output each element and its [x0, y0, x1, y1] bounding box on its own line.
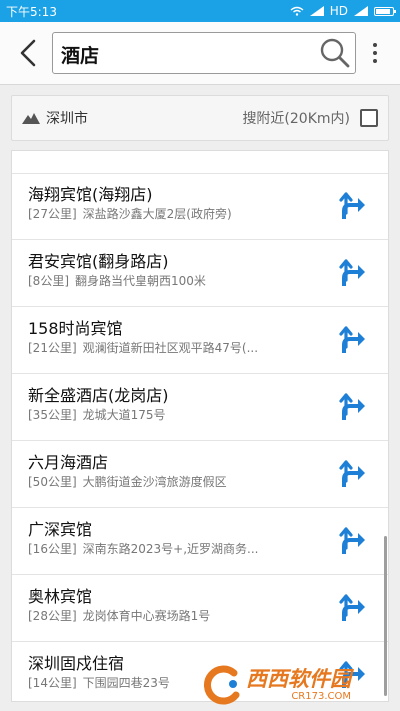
navigate-arrow-icon[interactable] [338, 325, 366, 355]
result-item[interactable]: 新全盛酒店(龙岗店) [35公里] 龙城大道175号 [12, 374, 388, 441]
result-address: 龙城大道175号 [82, 408, 166, 422]
result-detail: [14公里] 下围园四巷23号 [28, 674, 170, 691]
result-address: 深南东路2023号+,近罗湖商务... [82, 542, 259, 556]
search-icon[interactable] [319, 37, 351, 69]
result-distance: [50公里] [28, 475, 77, 489]
watermark-main: 西西软件园 [246, 666, 351, 691]
result-address: 下围园四巷23号 [82, 676, 170, 690]
network-type: HD [329, 4, 348, 18]
signal-icon-2 [354, 6, 368, 16]
result-address: 龙岗体育中心赛场路1号 [82, 609, 211, 623]
result-address: 翻身路当代皇朝西100米 [75, 274, 206, 288]
result-distance: [14公里] [28, 676, 77, 690]
watermark-logo-icon [203, 665, 240, 705]
result-item[interactable]: 广深宾馆 [16公里] 深南东路2023号+,近罗湖商务... [12, 508, 388, 575]
navigate-arrow-icon[interactable] [338, 526, 366, 556]
result-name: 六月海酒店 [28, 453, 109, 472]
nearby-label: 搜附近(20Km内) [242, 111, 350, 127]
watermark: 西西软件园 CR173.COM [200, 664, 392, 706]
result-item[interactable]: 158时尚宾馆 [21公里] 观澜街道新田社区观平路47号(... [12, 307, 388, 374]
result-name: 君安宾馆(翻身路店) [28, 252, 169, 271]
result-name: 158时尚宾馆 [28, 319, 123, 338]
result-item[interactable]: 六月海酒店 [50公里] 大鹏街道金沙湾旅游度假区 [12, 441, 388, 508]
more-options-icon[interactable] [369, 40, 381, 68]
result-name: 海翔宾馆(海翔店) [28, 185, 153, 204]
back-arrow-icon[interactable] [14, 38, 44, 68]
filter-bar: 深圳市 搜附近(20Km内) [11, 95, 389, 141]
watermark-url: CR173.COM [291, 690, 351, 702]
result-detail: [28公里] 龙岗体育中心赛场路1号 [28, 607, 210, 624]
results-list[interactable]: ▪ ▪ ▪ 海翔宾馆(海翔店) [27公里] 深盐路沙鑫大厦2层(政府旁) 君安宾… [11, 150, 389, 702]
result-item[interactable]: 奥林宾馆 [28公里] 龙岗体育中心赛场路1号 [12, 575, 388, 642]
partial-list-item: ▪ ▪ ▪ [12, 151, 388, 174]
result-name: 深圳固戍住宿 [28, 654, 125, 673]
battery-icon [374, 6, 396, 16]
status-time: 下午5:13 [6, 4, 57, 19]
top-bar [0, 22, 400, 85]
result-address: 大鹏街道金沙湾旅游度假区 [82, 475, 227, 489]
result-distance: [35公里] [28, 408, 77, 422]
nearby-checkbox[interactable] [360, 109, 378, 127]
result-detail: [50公里] 大鹏街道金沙湾旅游度假区 [28, 473, 227, 490]
result-detail: [8公里] 翻身路当代皇朝西100米 [28, 272, 206, 289]
result-distance: [21公里] [28, 341, 77, 355]
result-distance: [27公里] [28, 207, 77, 221]
navigate-arrow-icon[interactable] [338, 258, 366, 288]
navigate-arrow-icon[interactable] [338, 593, 366, 623]
result-name: 广深宾馆 [28, 520, 93, 539]
wifi-icon [290, 6, 304, 16]
result-distance: [8公里] [28, 274, 69, 288]
result-address: 观澜街道新田社区观平路47号(... [82, 341, 259, 355]
result-address: 深盐路沙鑫大厦2层(政府旁) [82, 207, 232, 221]
watermark-text: 西西软件园 CR173.COM [246, 666, 351, 702]
search-input[interactable] [59, 37, 313, 71]
mountain-icon [22, 113, 40, 124]
result-item[interactable]: 君安宾馆(翻身路店) [8公里] 翻身路当代皇朝西100米 [12, 240, 388, 307]
result-detail: [27公里] 深盐路沙鑫大厦2层(政府旁) [28, 205, 232, 222]
result-distance: [16公里] [28, 542, 77, 556]
result-distance: [28公里] [28, 609, 77, 623]
navigate-arrow-icon[interactable] [338, 191, 366, 221]
result-detail: [35公里] 龙城大道175号 [28, 406, 166, 423]
navigate-arrow-icon[interactable] [338, 392, 366, 422]
signal-icon [309, 6, 324, 16]
result-item[interactable]: 海翔宾馆(海翔店) [27公里] 深盐路沙鑫大厦2层(政府旁) [12, 173, 388, 240]
status-bar: 下午5:13 HD [0, 0, 400, 22]
result-detail: [16公里] 深南东路2023号+,近罗湖商务... [28, 540, 259, 557]
search-box[interactable] [52, 32, 356, 74]
status-icons: HD [290, 4, 396, 18]
city-selector[interactable]: 深圳市 [46, 108, 242, 128]
result-detail: [21公里] 观澜街道新田社区观平路47号(... [28, 339, 258, 356]
result-name: 奥林宾馆 [28, 587, 93, 606]
navigate-arrow-icon[interactable] [338, 459, 366, 489]
result-name: 新全盛酒店(龙岗店) [28, 386, 169, 405]
